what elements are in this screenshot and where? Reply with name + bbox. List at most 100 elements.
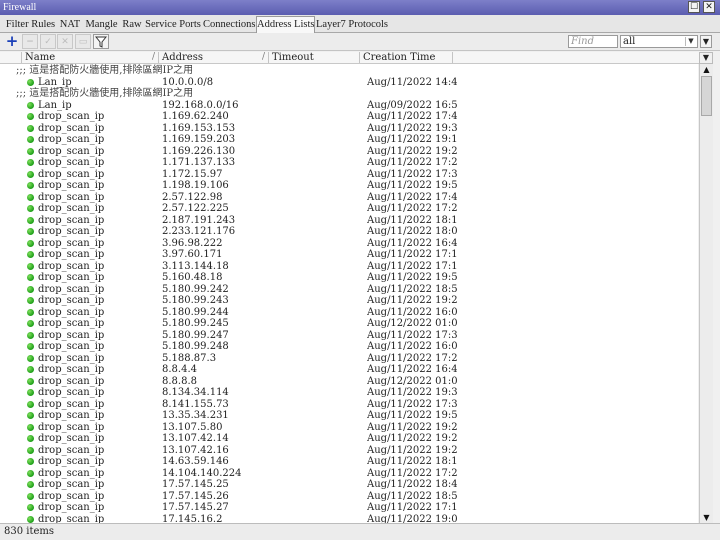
table-row[interactable]: drop_scan_ip 17.57.145.25 Aug/11/2022 18:4… [0,479,698,491]
maximize-icon[interactable]: ☐ [688,1,700,13]
filter-icon[interactable] [93,34,109,49]
table-row[interactable]: drop_scan_ip 13.35.34.231 Aug/11/2022 19:5… [0,410,698,422]
table-row[interactable]: drop_scan_ip 5.180.99.245 Aug/12/2022 01:0… [0,318,698,330]
enabled-status-icon [27,228,34,235]
column-header-address[interactable]: Address / [159,52,269,63]
tab-service-ports[interactable]: Service Ports [145,17,201,33]
row-comment: ;;; 這是搭配防火牆使用,排除區網IP之用 [16,65,194,76]
scrollbar-thumb[interactable] [701,76,712,116]
table-row[interactable]: drop_scan_ip 13.107.42.14 Aug/11/2022 19:2… [0,433,698,445]
tab-layer7-protocols[interactable]: Layer7 Protocols [316,17,388,33]
table-row[interactable]: drop_scan_ip 1.169.159.203 Aug/11/2022 19:… [0,134,698,146]
x-icon[interactable]: ✕ [57,34,73,49]
column-menu-icon[interactable]: ▼ [699,52,713,64]
cell-address: 5.188.87.3 [162,352,217,364]
tab-connections[interactable]: Connections [203,17,256,33]
cell-name: drop_scan_ip [38,456,105,467]
table-row[interactable]: drop_scan_ip 3.97.60.171 Aug/11/2022 17:18… [0,249,698,261]
cell-created: Aug/11/2022 19:03:27 [367,513,457,524]
plus-icon[interactable]: + [4,34,20,49]
tab-raw[interactable]: Raw [121,17,143,33]
table-row[interactable]: drop_scan_ip 1.169.62.240 Aug/11/2022 17:4… [0,111,698,123]
find-input[interactable]: Find [568,35,618,48]
cell-created: Aug/11/2022 18:13:40 [367,456,457,467]
table-row[interactable]: drop_scan_ip 3.113.144.18 Aug/11/2022 17:1… [0,261,698,273]
cell-address: 17.57.145.25 [162,479,229,490]
table-row[interactable]: drop_scan_ip 14.104.140.224 Aug/11/2022 17… [0,468,698,480]
cell-created: Aug/11/2022 17:37:24 [367,168,457,180]
comment-row[interactable]: ;;; 這是搭配防火牆使用,排除區網IP之用 [0,65,698,77]
cell-created: Aug/09/2022 16:50:24 [367,99,457,111]
cell-name: drop_scan_ip [38,467,105,479]
table-row[interactable]: drop_scan_ip 3.96.98.222 Aug/11/2022 16:48… [0,238,698,250]
column-header-timeout[interactable]: Timeout [269,52,360,63]
cell-name: drop_scan_ip [38,180,105,191]
table-row[interactable]: drop_scan_ip 1.198.19.106 Aug/11/2022 19:5… [0,180,698,192]
table-row[interactable]: drop_scan_ip 13.107.5.80 Aug/11/2022 19:22… [0,422,698,434]
table-row[interactable]: drop_scan_ip 17.145.16.2 Aug/11/2022 19:03… [0,513,698,524]
table-row[interactable]: drop_scan_ip 2.187.191.243 Aug/11/2022 18:… [0,215,698,227]
window-title-bar[interactable]: Firewall ☐ ✕ [0,0,720,15]
cell-created: Aug/11/2022 19:25:32 [367,295,457,306]
table-row[interactable]: drop_scan_ip 5.180.99.242 Aug/11/2022 18:5… [0,284,698,296]
table-row[interactable]: drop_scan_ip 2.57.122.98 Aug/11/2022 17:40… [0,192,698,204]
scroll-down-icon[interactable]: ▼ [700,512,713,523]
table-row[interactable]: drop_scan_ip 2.233.121.176 Aug/11/2022 18:… [0,226,698,238]
table-row[interactable]: drop_scan_ip 2.57.122.225 Aug/11/2022 17:2… [0,203,698,215]
enabled-status-icon [27,366,34,373]
table-row[interactable]: drop_scan_ip 5.160.48.18 Aug/11/2022 19:55… [0,272,698,284]
table-row[interactable]: drop_scan_ip 5.180.99.244 Aug/11/2022 16:0… [0,307,698,319]
table-row[interactable]: drop_scan_ip 14.63.59.146 Aug/11/2022 18:1… [0,456,698,468]
minus-icon[interactable]: − [22,34,38,49]
cell-address: 13.35.34.231 [162,410,229,421]
cell-name: drop_scan_ip [38,249,105,260]
cell-name: drop_scan_ip [38,203,105,214]
table-row[interactable]: drop_scan_ip 1.171.137.133 Aug/11/2022 17:… [0,157,698,169]
table-row[interactable]: drop_scan_ip 17.57.145.27 Aug/11/2022 17:1… [0,502,698,514]
cell-name: drop_scan_ip [38,341,105,352]
cell-address: 5.180.99.244 [162,306,229,318]
list-filter-value: all [623,36,636,47]
table-row[interactable]: drop_scan_ip 5.180.99.247 Aug/11/2022 17:3… [0,330,698,342]
scroll-up-icon[interactable]: ▲ [700,64,713,75]
column-header-creation-time[interactable]: Creation Time [360,52,453,63]
comment-row[interactable]: ;;; 這是搭配防火牆使用,排除區網IP之用 [0,88,698,100]
table-row[interactable]: drop_scan_ip 5.188.87.3 Aug/11/2022 17:23:… [0,353,698,365]
table-row[interactable]: drop_scan_ip 1.172.15.97 Aug/11/2022 17:37… [0,169,698,181]
table-row[interactable]: drop_scan_ip 8.8.8.8 Aug/12/2022 01:07:17 [0,376,698,388]
table-row[interactable]: drop_scan_ip 8.141.155.73 Aug/11/2022 17:3… [0,399,698,411]
column-header-creation-time-label: Creation Time [363,52,436,63]
tab-nat[interactable]: NAT [58,17,82,33]
enabled-status-icon [27,170,34,178]
cell-created: Aug/11/2022 17:11:54 [367,502,457,513]
close-icon[interactable]: ✕ [703,1,715,13]
cell-timeout [272,215,357,227]
table-row[interactable]: drop_scan_ip 8.8.4.4 Aug/11/2022 16:48:21 [0,364,698,376]
cell-address: 2.57.122.225 [162,203,229,214]
table-row[interactable]: drop_scan_ip 1.169.153.153 Aug/11/2022 19:… [0,123,698,135]
tab-filter-rules[interactable]: Filter Rules [4,17,57,33]
column-header-name[interactable]: Name / [22,52,159,63]
expand-filter-icon[interactable]: ▼ [700,35,712,48]
table-row[interactable]: Lan_ip 10.0.0.0/8 Aug/11/2022 14:49:33 [0,77,698,89]
table-row[interactable]: Lan_ip 192.168.0.0/16 Aug/09/2022 16:50:24 [0,100,698,112]
table-row[interactable]: drop_scan_ip 17.57.145.26 Aug/11/2022 18:5… [0,491,698,503]
table-row[interactable]: drop_scan_ip 8.134.34.114 Aug/11/2022 19:3… [0,387,698,399]
cell-name: drop_scan_ip [38,237,105,249]
tab-mangle[interactable]: Mangle [84,17,119,33]
enabled-status-icon [27,136,34,143]
tab-address-lists[interactable]: Address Lists [256,16,315,33]
enabled-status-icon [27,458,34,465]
table-row[interactable]: drop_scan_ip 1.169.226.130 Aug/11/2022 19:… [0,146,698,158]
check-icon[interactable]: ✓ [40,34,56,49]
comment-icon[interactable]: ▭ [75,34,91,49]
table-row[interactable]: drop_scan_ip 5.180.99.248 Aug/11/2022 16:0… [0,341,698,353]
column-header-flags[interactable] [0,52,22,63]
list-filter-select[interactable]: all ▼ [620,35,698,48]
cell-timeout [272,387,357,399]
table-row[interactable]: drop_scan_ip 5.180.99.243 Aug/11/2022 19:2… [0,295,698,307]
chevron-down-icon: ▼ [685,37,696,46]
vertical-scrollbar[interactable]: ▲ ▼ [699,64,713,523]
cell-address: 5.180.99.248 [162,341,229,352]
table-row[interactable]: drop_scan_ip 13.107.42.16 Aug/11/2022 19:2… [0,445,698,457]
